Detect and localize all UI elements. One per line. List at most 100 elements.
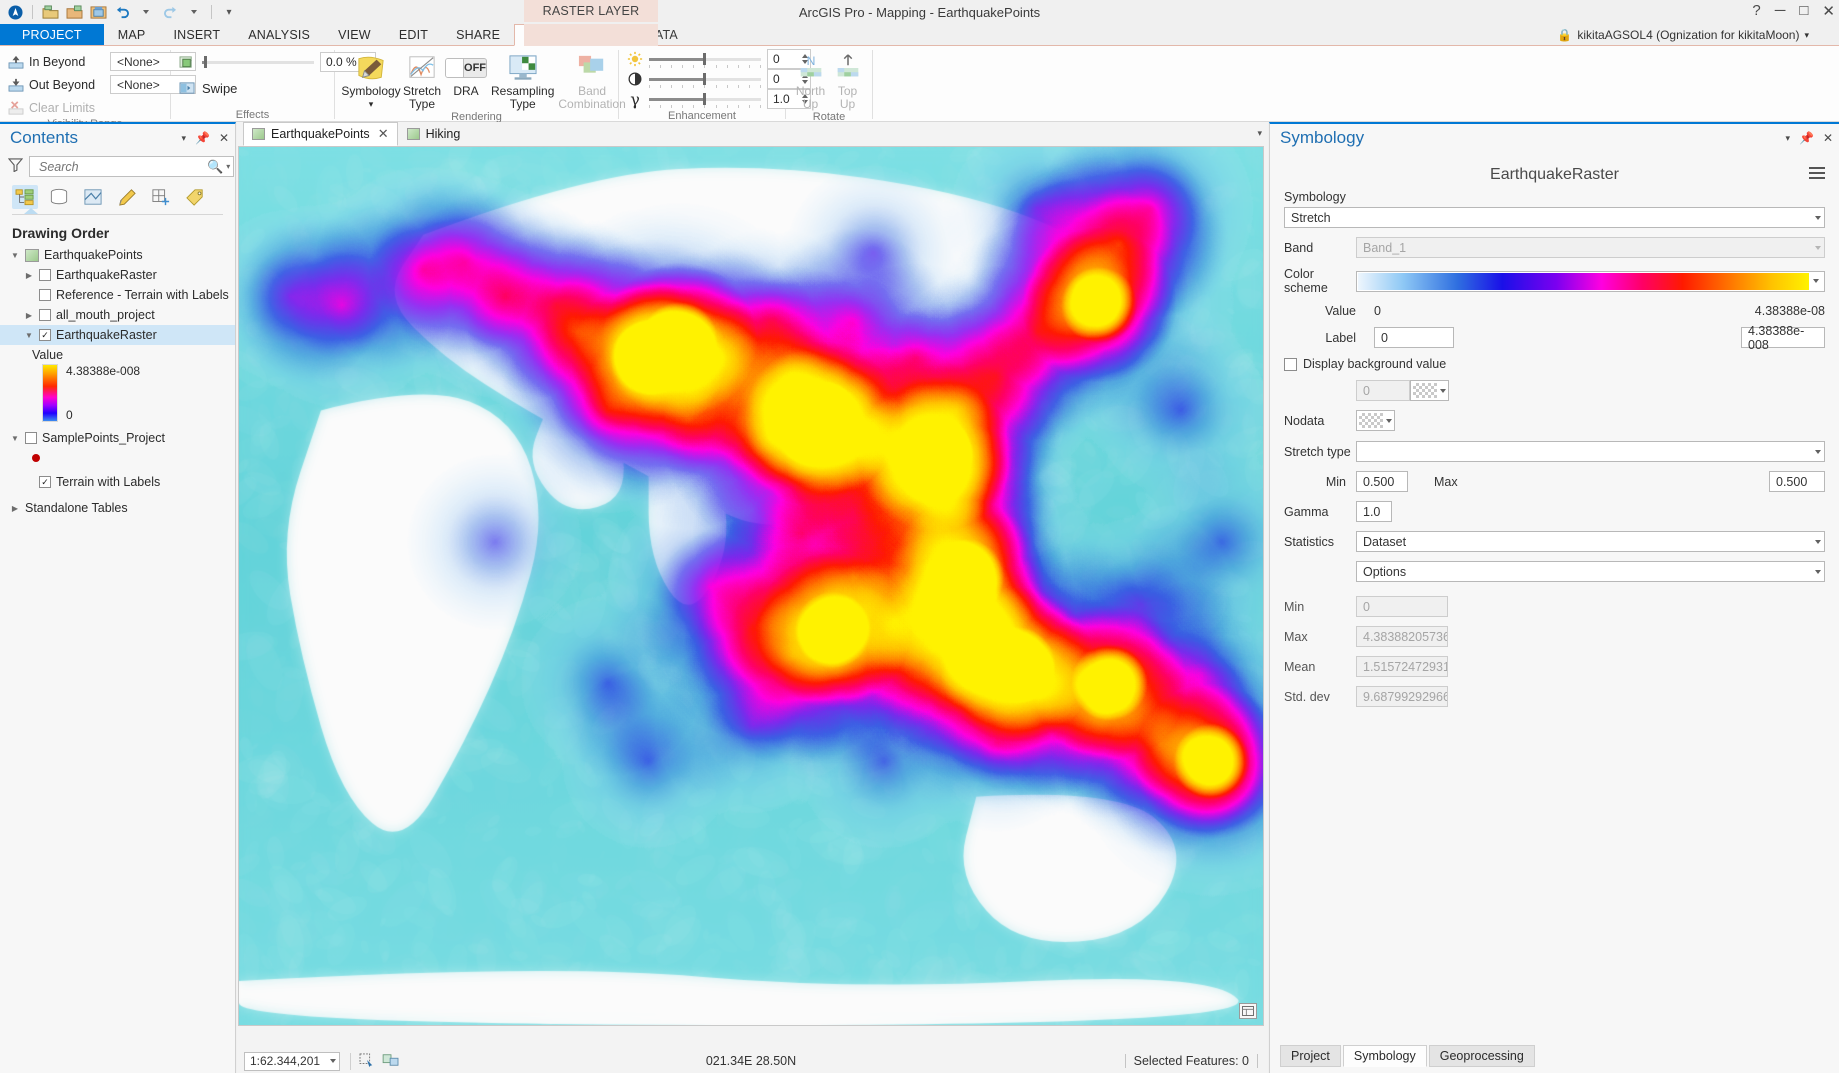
statistics-combo[interactable]: Dataset <box>1356 531 1825 552</box>
expander-right-icon-3[interactable]: ▶ <box>24 311 34 320</box>
bottom-tab-geoprocessing[interactable]: Geoprocessing <box>1429 1045 1535 1067</box>
filter-icon[interactable] <box>8 158 23 175</box>
symbology-button[interactable]: Symbology ▾ <box>343 49 399 111</box>
expander-right-icon-7[interactable]: ▶ <box>10 504 20 513</box>
redo-dropdown-icon[interactable] <box>183 2 205 22</box>
max-input[interactable]: 0.500 <box>1769 471 1825 492</box>
list-by-selection-icon[interactable] <box>80 185 106 209</box>
nodata-color-picker[interactable] <box>1356 410 1395 431</box>
dra-button[interactable]: OFF DRA <box>445 49 487 98</box>
contents-search-box[interactable]: 🔍 ▾ <box>29 156 234 177</box>
ribbon-tab-view[interactable]: VIEW <box>324 24 385 45</box>
layer-checkbox-6[interactable]: ✓ <box>39 476 51 488</box>
search-chevron-down-icon[interactable]: ▾ <box>226 162 230 171</box>
user-chevron-down-icon[interactable]: ▾ <box>1804 30 1809 41</box>
map-scale-combo[interactable]: 1:62.344,201 <box>244 1052 340 1071</box>
list-by-editing-icon[interactable] <box>114 185 140 209</box>
stretch-type-combo[interactable] <box>1356 441 1825 462</box>
tree-item-standalone-tables[interactable]: ▶ Standalone Tables <box>0 498 235 518</box>
layer-checkbox-3[interactable] <box>39 309 51 321</box>
layer-checkbox-2[interactable] <box>39 289 51 301</box>
bottom-tab-project[interactable]: Project <box>1280 1045 1341 1067</box>
selection-tool-icon[interactable] <box>359 1053 375 1070</box>
ribbon-tab-edit[interactable]: EDIT <box>385 24 442 45</box>
expander-right-icon-1[interactable]: ▶ <box>24 271 34 280</box>
measure-tool-icon[interactable] <box>382 1053 400 1070</box>
swipe-row[interactable]: Swipe <box>179 78 237 98</box>
ribbon-tab-share[interactable]: SHARE <box>442 24 514 45</box>
symbology-close-icon[interactable]: ✕ <box>1823 131 1833 145</box>
transparency-slider[interactable] <box>202 56 314 68</box>
map-tab-close-icon[interactable]: ✕ <box>378 126 389 142</box>
save-project-icon[interactable] <box>63 2 85 22</box>
redo-icon[interactable] <box>159 2 181 22</box>
expander-down-icon-5[interactable]: ▼ <box>10 434 20 443</box>
undo-icon[interactable] <box>111 2 133 22</box>
user-account-area[interactable]: 🔒 kikitaAGSOL4 (Ognization for kikitaMoo… <box>1557 24 1809 46</box>
open-project-icon[interactable] <box>39 2 61 22</box>
minimize-icon[interactable]: ─ <box>1775 2 1786 20</box>
map-tab-earthquakepoints[interactable]: EarthquakePoints ✕ <box>243 122 398 146</box>
search-icon[interactable]: 🔍 <box>207 159 223 175</box>
customize-qat-icon[interactable]: ▾ <box>218 2 240 22</box>
contents-menu-chevron-down-icon[interactable]: ▾ <box>181 133 186 144</box>
symbology-pin-icon[interactable]: 📌 <box>1799 131 1814 145</box>
list-by-labeling-icon[interactable] <box>182 185 208 209</box>
contents-close-icon[interactable]: ✕ <box>219 131 229 145</box>
list-by-snapping-icon[interactable] <box>148 185 174 209</box>
band-combo[interactable]: Band_1 <box>1356 237 1825 258</box>
tree-item-earthquakeraster-selected[interactable]: ▼ ✓ EarthquakeRaster <box>0 325 235 345</box>
map-canvas[interactable] <box>239 147 1263 1025</box>
list-by-data-source-icon[interactable] <box>46 185 72 209</box>
bottom-tab-symbology[interactable]: Symbology <box>1343 1045 1427 1067</box>
ribbon-tab-insert[interactable]: INSERT <box>159 24 234 45</box>
close-icon[interactable]: ✕ <box>1822 2 1835 20</box>
expander-down-icon[interactable]: ▼ <box>10 251 20 260</box>
symbology-type-combo[interactable]: Stretch <box>1284 207 1825 228</box>
north-up-button[interactable]: N North Up <box>794 49 827 111</box>
color-scheme-chevron-down-icon[interactable] <box>1809 279 1823 283</box>
brightness-slider[interactable] <box>649 53 761 65</box>
ribbon-tab-analysis[interactable]: ANALYSIS <box>234 24 324 45</box>
arcgis-logo-icon[interactable] <box>4 2 26 22</box>
tree-item-terrain-with-labels[interactable]: ✓ Terrain with Labels <box>0 472 235 492</box>
clear-limits-row[interactable]: Clear Limits <box>8 97 104 118</box>
tree-item-earthquakeraster-1[interactable]: ▶ EarthquakeRaster <box>0 265 235 285</box>
stretch-type-button[interactable]: Stretch Type <box>403 49 441 111</box>
layer-checkbox-1[interactable] <box>39 269 51 281</box>
label-min-input[interactable]: 0 <box>1374 327 1454 348</box>
color-scheme-picker[interactable] <box>1356 271 1825 292</box>
ribbon-tab-map[interactable]: MAP <box>104 24 160 45</box>
top-up-button[interactable]: Top Up <box>831 49 864 111</box>
ribbon-tab-project[interactable]: PROJECT <box>0 24 104 45</box>
resampling-type-button[interactable]: Resampling Type <box>491 49 554 111</box>
background-color-picker[interactable] <box>1410 380 1449 401</box>
contents-pin-icon[interactable]: 📌 <box>195 131 210 145</box>
band-combination-button[interactable]: Band Combination <box>558 49 625 111</box>
map-tab-hiking[interactable]: Hiking <box>398 122 470 146</box>
layer-checkbox-4[interactable]: ✓ <box>39 329 51 341</box>
tree-item-all-mouth-project[interactable]: ▶ all_mouth_project <box>0 305 235 325</box>
dra-toggle[interactable]: OFF <box>445 58 487 78</box>
undo-dropdown-icon[interactable] <box>135 2 157 22</box>
tree-item-reference-terrain[interactable]: Reference - Terrain with Labels <box>0 285 235 305</box>
list-by-drawing-order-icon[interactable] <box>12 185 38 209</box>
save-as-icon[interactable] <box>87 2 109 22</box>
symbology-options-hamburger-icon[interactable] <box>1809 167 1825 179</box>
map-overview-toggle[interactable] <box>1239 1003 1257 1019</box>
gamma-slider[interactable] <box>649 93 761 105</box>
display-background-checkbox[interactable] <box>1284 358 1297 371</box>
layer-checkbox-5[interactable] <box>25 432 37 444</box>
label-max-input[interactable]: 4.38388e-008 <box>1741 327 1825 348</box>
expander-down-icon-4[interactable]: ▼ <box>24 331 34 340</box>
contrast-slider[interactable] <box>649 73 761 85</box>
background-value-input[interactable]: 0 <box>1356 380 1410 401</box>
symbology-menu-chevron-down-icon[interactable]: ▾ <box>1785 133 1790 144</box>
tree-item-samplepoints-project[interactable]: ▼ SamplePoints_Project <box>0 428 235 448</box>
contents-search-input[interactable] <box>37 159 204 175</box>
min-input[interactable]: 0.500 <box>1356 471 1408 492</box>
map-canvas-container[interactable] <box>238 146 1264 1026</box>
restore-icon[interactable]: □ <box>1799 2 1808 20</box>
gamma-input-sym[interactable]: 1.0 <box>1356 501 1392 522</box>
options-combo[interactable]: Options <box>1356 561 1825 582</box>
